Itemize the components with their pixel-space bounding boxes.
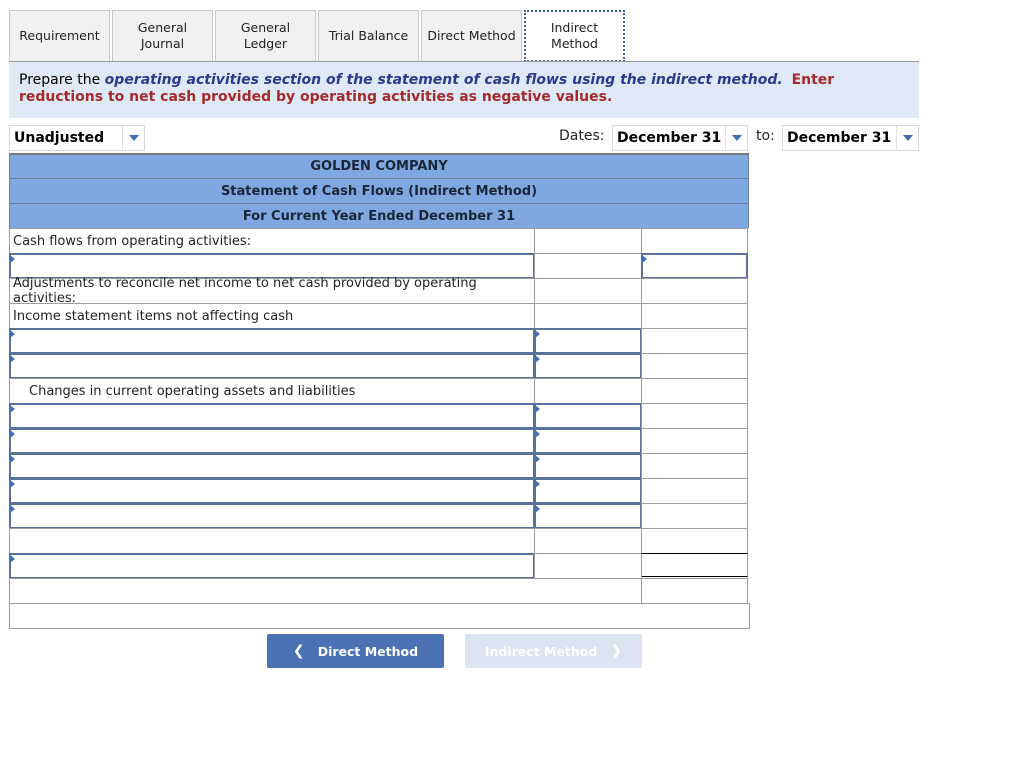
net-cash-label-input[interactable] <box>9 553 535 579</box>
prev-direct-method-button[interactable]: ❮ Direct Method <box>267 634 444 668</box>
table-row <box>9 553 749 579</box>
amount-cell <box>534 528 642 554</box>
blank-row <box>9 603 750 629</box>
statement-rows: Cash flows from operating activities: Ad… <box>9 228 750 629</box>
total-cell <box>641 378 748 404</box>
non-cash-label: Income statement items not affecting cas… <box>9 303 535 329</box>
next-indirect-method-button[interactable]: Indirect Method ❯ <box>465 634 642 668</box>
change-label-input[interactable] <box>9 478 535 504</box>
adjustment-label-input[interactable] <box>9 353 535 379</box>
prev-button-label: Direct Method <box>317 643 419 659</box>
amount-cell <box>534 303 642 329</box>
total-cell <box>641 578 748 604</box>
total-cell <box>641 478 748 504</box>
change-amount-input[interactable] <box>534 478 642 504</box>
tab-general-journal[interactable]: General Journal <box>112 10 213 61</box>
instructions-emphasis: operating activities section of the stat… <box>104 72 783 88</box>
tab-trial-balance[interactable]: Trial Balance <box>318 10 419 61</box>
table-row <box>9 578 749 604</box>
table-row <box>9 328 749 354</box>
total-cell <box>641 278 748 304</box>
table-row: Income statement items not affecting cas… <box>9 303 749 329</box>
change-label-input[interactable] <box>9 503 535 529</box>
change-label-input[interactable] <box>9 453 535 479</box>
adjustments-label: Adjustments to reconcile net income to n… <box>9 276 535 306</box>
to-label: to: <box>756 128 775 144</box>
chevron-left-icon: ❮ <box>292 643 305 659</box>
total-cell <box>641 428 748 454</box>
amount-cell <box>534 378 642 404</box>
tab-label: Requirement <box>19 28 100 43</box>
company-name: GOLDEN COMPANY <box>9 153 749 178</box>
total-cell <box>641 503 748 529</box>
adjustment-amount-input[interactable] <box>534 353 642 379</box>
date-from-value: December 31 <box>617 130 722 146</box>
total-cell <box>641 328 748 354</box>
table-row <box>9 453 749 479</box>
table-row <box>9 528 749 554</box>
dates-label: Dates: <box>559 128 605 144</box>
change-label-input[interactable] <box>9 428 535 454</box>
tab-label: Trial Balance <box>328 28 409 43</box>
change-amount-input[interactable] <box>534 428 642 454</box>
tab-label: Indirect Method <box>550 20 599 51</box>
change-amount-input[interactable] <box>534 403 642 429</box>
table-row <box>9 403 749 429</box>
change-label-input[interactable] <box>9 403 535 429</box>
tab-general-ledger[interactable]: General Ledger <box>215 10 316 61</box>
tab-indirect-method[interactable]: Indirect Method <box>524 10 625 62</box>
view-select[interactable]: Unadjusted <box>9 125 145 151</box>
chevron-down-icon <box>896 126 918 150</box>
chevron-right-icon: ❯ <box>610 643 623 659</box>
table-row: Changes in current operating assets and … <box>9 378 749 404</box>
chevron-down-icon <box>725 126 747 150</box>
statement-title: Statement of Cash Flows (Indirect Method… <box>9 178 749 203</box>
table-row <box>9 353 749 379</box>
tab-requirement[interactable]: Requirement <box>9 10 110 61</box>
change-amount-input[interactable] <box>534 503 642 529</box>
view-select-value: Unadjusted <box>14 130 105 146</box>
instructions-prefix: Prepare the <box>19 72 105 88</box>
table-row <box>9 428 749 454</box>
amount-cell <box>534 228 642 254</box>
operating-label: Cash flows from operating activities: <box>9 228 535 254</box>
date-from-select[interactable]: December 31 <box>612 125 748 151</box>
label-cell <box>9 528 535 554</box>
tab-label: Direct Method <box>427 28 516 43</box>
table-row <box>9 603 750 629</box>
total-cell <box>641 228 748 254</box>
change-amount-input[interactable] <box>534 453 642 479</box>
tab-direct-method[interactable]: Direct Method <box>421 10 522 61</box>
changes-label: Changes in current operating assets and … <box>9 378 535 404</box>
total-cell <box>641 453 748 479</box>
tab-label: General Ledger <box>240 20 291 51</box>
total-cell <box>641 303 748 329</box>
date-to-value: December 31 <box>787 130 892 146</box>
date-to-select[interactable]: December 31 <box>782 125 919 151</box>
adjustment-label-input[interactable] <box>9 328 535 354</box>
next-button-label: Indirect Method <box>484 643 598 659</box>
chevron-down-icon <box>122 126 144 150</box>
amount-cell <box>534 253 642 279</box>
statement-sheet: GOLDEN COMPANY Statement of Cash Flows (… <box>9 153 750 629</box>
tab-label: General Journal <box>137 20 188 51</box>
table-row <box>9 253 749 279</box>
amount-cell <box>534 553 642 579</box>
net-income-amount-input[interactable] <box>641 253 748 279</box>
table-row <box>9 478 749 504</box>
net-cash-total-cell <box>641 553 748 579</box>
adjustment-amount-input[interactable] <box>534 328 642 354</box>
total-cell <box>641 353 748 379</box>
statement-period: For Current Year Ended December 31 <box>9 203 749 228</box>
table-row <box>9 503 749 529</box>
table-row: Cash flows from operating activities: <box>9 228 749 254</box>
instructions: Prepare the operating activities section… <box>9 62 919 118</box>
total-cell <box>641 403 748 429</box>
total-cell <box>641 528 748 554</box>
table-row: Adjustments to reconcile net income to n… <box>9 276 749 306</box>
tab-bar: Requirement General Journal General Ledg… <box>9 10 627 62</box>
amount-cell <box>534 278 642 304</box>
label-cell <box>9 578 642 604</box>
